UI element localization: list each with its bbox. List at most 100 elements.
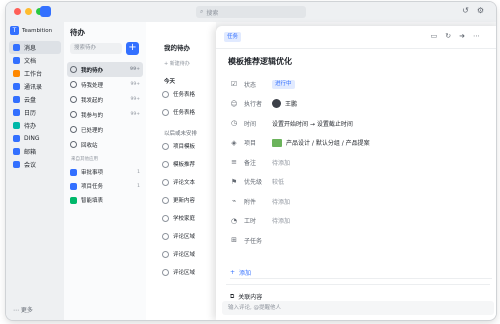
task-row[interactable]: 评论区域: [162, 245, 216, 263]
comment-input[interactable]: 输入评论, @提醒他人: [222, 301, 494, 315]
sidebar-item-2[interactable]: 工作台: [9, 67, 61, 80]
clock-icon: ◷: [230, 119, 238, 127]
checkbox-icon[interactable]: [162, 232, 169, 240]
workspace-switcher[interactable]: T Teambition: [10, 26, 60, 35]
video-icon[interactable]: ▭: [431, 32, 438, 40]
task-detail-panel: 任务 ▭ ↻ ➜ ⋯ 模板推荐逻辑优化 ☑ 状态 进行中 ☺ 执行者 王鹏 ◷ 时间 设置开始时…: [216, 26, 496, 320]
task-title[interactable]: 模板推荐逻辑优化: [228, 56, 292, 67]
field-label: 工时: [244, 218, 257, 225]
field-value-text: 待添加: [272, 159, 291, 167]
checkbox-icon[interactable]: [162, 178, 169, 186]
checkbox-icon[interactable]: [162, 90, 169, 98]
todo-filter-item[interactable]: 待我处理 99+: [67, 77, 143, 92]
contacts-icon: [13, 83, 20, 90]
field-label: 优先级: [244, 179, 263, 186]
share-icon[interactable]: ➜: [459, 32, 465, 40]
task-row[interactable]: 更新内容: [162, 191, 216, 209]
filter-icon: [70, 141, 77, 148]
settings-icon[interactable]: ⚙: [477, 6, 484, 15]
checkbox-icon[interactable]: [162, 268, 169, 276]
project-item[interactable]: 智能填表: [67, 193, 143, 207]
field-6: ⌁ 附件: [230, 195, 256, 207]
field-value[interactable]: 待添加: [272, 215, 290, 227]
more-options-icon[interactable]: ⋯: [473, 32, 480, 40]
new-task-button[interactable]: + 新建待办: [164, 60, 216, 67]
sidebar-item-3[interactable]: 通讯录: [9, 80, 61, 93]
field-value[interactable]: 设置开始时间 → 设置截止时间: [272, 117, 353, 129]
sidebar-item-label: 文档: [24, 58, 37, 65]
field-label: 备注: [244, 159, 257, 167]
todo-filter-item[interactable]: 我的待办 99+: [67, 62, 143, 77]
task-row[interactable]: 评论文本: [162, 173, 216, 191]
top-right-controls: ↺ ⚙: [462, 6, 484, 15]
sidebar-item-7[interactable]: DING: [9, 132, 61, 145]
field-value[interactable]: 产品设计 / 默认分组 / 产品提案: [272, 137, 370, 149]
project-item[interactable]: 项目任务 1: [67, 179, 143, 193]
title-bar: ⌕ 搜索 ↺ ⚙: [6, 2, 496, 22]
field-value[interactable]: 待添加: [272, 195, 290, 207]
field-5: ⚑ 优先级: [230, 176, 262, 188]
related-content[interactable]: ⧉ 关联内容: [230, 292, 262, 302]
app-icon: [40, 6, 51, 17]
task-section-header: 今天: [164, 79, 176, 85]
todo-filter-label: 我参与的: [81, 112, 104, 119]
todo-filter-item[interactable]: 我发起的 99+: [67, 92, 143, 107]
task-row[interactable]: 任务表格: [162, 85, 216, 103]
sidebar-item-1[interactable]: 文档: [9, 54, 61, 67]
task-row[interactable]: 项目模板: [162, 137, 216, 155]
field-value[interactable]: 王鹏: [272, 98, 297, 110]
status-badge: 进行中: [272, 79, 295, 89]
task-row[interactable]: 评论区域: [162, 263, 216, 281]
checkbox-icon[interactable]: [162, 108, 169, 116]
note-icon: ≡: [231, 158, 237, 166]
more-button[interactable]: ⋯ 更多: [13, 305, 33, 314]
project-item[interactable]: 审批事项 1: [67, 165, 143, 179]
todo-filter-item[interactable]: 我参与的 99+: [67, 107, 143, 122]
hours-icon: ◔: [230, 216, 238, 225]
refresh-icon[interactable]: ↻: [445, 32, 451, 40]
todo-filter-label: 已处理的: [81, 127, 104, 134]
field-label: 状态: [244, 81, 257, 89]
sidebar-item-8[interactable]: 邮箱: [9, 145, 61, 158]
project-icon: [70, 182, 77, 190]
field-value[interactable]: 较低: [272, 176, 284, 188]
checkbox-icon[interactable]: [162, 160, 169, 168]
task-row[interactable]: 学校家庭: [162, 209, 216, 227]
sidebar-item-label: 邮箱: [24, 149, 37, 156]
add-subtask-button[interactable]: + 添加: [230, 266, 492, 279]
sidebar-item-4[interactable]: 云盘: [9, 93, 61, 106]
field-value[interactable]: 进行中: [272, 78, 295, 90]
checkbox-icon[interactable]: [162, 142, 169, 150]
sidebar-item-9[interactable]: 会议: [9, 158, 61, 171]
todo-filter-item[interactable]: 已处理的: [67, 122, 143, 137]
doc-icon: [13, 57, 20, 64]
field-8: ⊞ 子任务: [230, 234, 262, 246]
sidebar-item-label: 待办: [24, 123, 37, 130]
task-row[interactable]: 模板推荐: [162, 155, 216, 173]
field-value[interactable]: 待添加: [272, 156, 290, 168]
checkbox-icon[interactable]: [162, 250, 169, 258]
checkbox-icon[interactable]: [162, 196, 169, 204]
task-row[interactable]: 评论区域: [162, 227, 216, 245]
todo-filter-item[interactable]: 回收站: [67, 137, 143, 152]
plus-icon: +: [230, 268, 236, 276]
sidebar-item-6[interactable]: 待办: [9, 119, 61, 132]
minimize-window-button[interactable]: [25, 8, 32, 15]
filter-icon: [70, 81, 77, 88]
history-icon[interactable]: ↺: [462, 6, 469, 15]
task-list-title: 我的待办: [164, 44, 190, 52]
project-count: 1: [137, 183, 140, 189]
close-window-button[interactable]: [14, 8, 21, 15]
sidebar-item-0[interactable]: 消息: [9, 41, 61, 54]
task-row[interactable]: 任务表格: [162, 103, 216, 121]
todo-search-input[interactable]: 搜索待办: [70, 43, 122, 54]
sidebar-item-5[interactable]: 日历: [9, 106, 61, 119]
field-value-text: 较低: [272, 179, 285, 186]
panel-actions: ▭ ↻ ➜ ⋯: [431, 32, 480, 40]
user-icon: ☺: [230, 99, 238, 108]
add-todo-button[interactable]: +: [126, 42, 139, 55]
checkbox-icon[interactable]: [162, 214, 169, 222]
field-label: 项目: [244, 140, 257, 147]
task-section-header: 以后或未安排: [164, 131, 198, 137]
global-search[interactable]: ⌕ 搜索: [196, 6, 306, 18]
